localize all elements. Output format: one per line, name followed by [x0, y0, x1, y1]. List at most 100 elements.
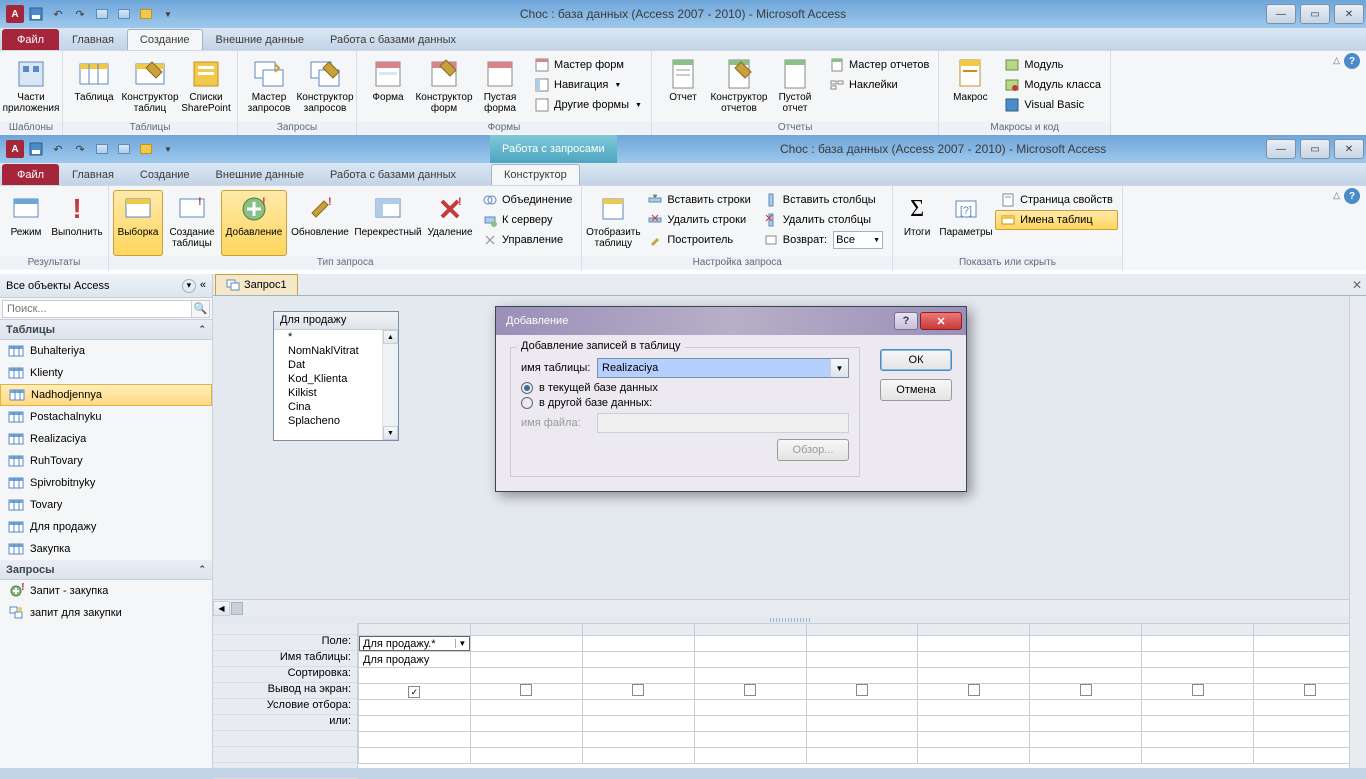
- delete-rows-button[interactable]: Удалить строки: [642, 210, 755, 230]
- scroll-left-icon[interactable]: ◀: [213, 601, 230, 616]
- tab-external[interactable]: Внешние данные: [203, 164, 317, 185]
- dialog-help-button[interactable]: ?: [894, 312, 918, 330]
- qat-dropdown-icon[interactable]: ▼: [158, 4, 178, 24]
- show-checkbox[interactable]: [744, 684, 756, 696]
- query-design-button[interactable]: Конструкторзапросов: [298, 55, 352, 121]
- show-checkbox[interactable]: [632, 684, 644, 696]
- passthrough-button[interactable]: К серверу: [477, 210, 577, 230]
- qat-redo-icon[interactable]: ↷: [70, 4, 90, 24]
- builder-button[interactable]: Построитель: [642, 230, 755, 250]
- nav-group-queries[interactable]: Запросы⌃: [0, 560, 212, 580]
- close-doc-icon[interactable]: ✕: [1352, 278, 1362, 292]
- qat-btn[interactable]: [114, 139, 134, 159]
- tab-file[interactable]: Файл: [2, 29, 59, 50]
- append-query-button[interactable]: !Добавление: [221, 190, 287, 256]
- nav-query-item[interactable]: запит для закупки: [0, 602, 212, 624]
- minimize-button[interactable]: —: [1266, 139, 1296, 159]
- scroll-down-icon[interactable]: ▼: [383, 426, 398, 440]
- table-button[interactable]: Таблица: [67, 55, 121, 121]
- make-table-button[interactable]: !Созданиетаблицы: [165, 190, 219, 256]
- sort-cell[interactable]: [359, 668, 471, 684]
- splitter[interactable]: [213, 616, 1366, 623]
- qat-btn[interactable]: [92, 4, 112, 24]
- table-cell[interactable]: Для продажу: [359, 652, 471, 668]
- tab-database[interactable]: Работа с базами данных: [317, 29, 469, 50]
- report-button[interactable]: Отчет: [656, 55, 710, 121]
- nav-table-item[interactable]: Tovary: [0, 494, 212, 516]
- run-button[interactable]: !Выполнить: [50, 190, 104, 256]
- qat-undo-icon[interactable]: ↶: [48, 139, 68, 159]
- nav-table-item[interactable]: Buhalteriya: [0, 340, 212, 362]
- macro-button[interactable]: Макрос: [943, 55, 997, 121]
- qat-dropdown-icon[interactable]: ▼: [158, 139, 178, 159]
- crosstab-query-button[interactable]: Перекрестный: [353, 190, 423, 256]
- close-button[interactable]: ✕: [1334, 139, 1364, 159]
- sharepoint-lists-button[interactable]: СпискиSharePoint: [179, 55, 233, 121]
- return-button[interactable]: Возврат:Все▼: [758, 230, 888, 250]
- nav-table-item[interactable]: RuhTovary: [0, 450, 212, 472]
- help-icon[interactable]: ?: [1344, 188, 1360, 204]
- blank-report-button[interactable]: Пустойотчет: [768, 55, 822, 121]
- property-sheet-button[interactable]: Страница свойств: [995, 190, 1118, 210]
- nav-table-item[interactable]: Закупка: [0, 538, 212, 560]
- form-design-button[interactable]: Конструкторформ: [417, 55, 471, 121]
- nav-filter-icon[interactable]: ▾: [182, 279, 196, 293]
- grid-cells[interactable]: Для продажу.*▼ Для продажу ✓: [358, 623, 1366, 768]
- field-item[interactable]: *: [274, 330, 398, 344]
- blank-form-button[interactable]: Пустаяформа: [473, 55, 527, 121]
- field-item[interactable]: Kod_Klienta: [274, 372, 398, 386]
- minimize-button[interactable]: —: [1266, 4, 1296, 24]
- qat-btn[interactable]: [114, 4, 134, 24]
- field-item[interactable]: Kilkist: [274, 386, 398, 400]
- tab-home[interactable]: Главная: [59, 164, 127, 185]
- qat-save-icon[interactable]: [26, 139, 46, 159]
- qat-btn[interactable]: [136, 139, 156, 159]
- help-icon[interactable]: ?: [1344, 53, 1360, 69]
- dialog-titlebar[interactable]: Добавление ?✕: [496, 307, 966, 335]
- field-list-scrollbar[interactable]: ▲▼: [382, 330, 398, 440]
- nav-table-item[interactable]: Для продажу: [0, 516, 212, 538]
- collapse-icon[interactable]: ⌃: [198, 324, 206, 335]
- radio-current-db[interactable]: в текущей базе данных: [521, 382, 849, 394]
- radio-icon[interactable]: [521, 382, 533, 394]
- totals-button[interactable]: ΣИтоги: [897, 190, 937, 256]
- show-checkbox[interactable]: [968, 684, 980, 696]
- other-forms-button[interactable]: Другие формы▼: [529, 95, 647, 115]
- field-item[interactable]: Splacheno: [274, 414, 398, 428]
- table-design-button[interactable]: Конструктортаблиц: [123, 55, 177, 121]
- union-button[interactable]: Объединение: [477, 190, 577, 210]
- field-item[interactable]: Cina: [274, 400, 398, 414]
- qat-btn[interactable]: [136, 4, 156, 24]
- report-wizard-button[interactable]: Мастер отчетов: [824, 55, 934, 75]
- field-item[interactable]: NomNaklVitrat: [274, 344, 398, 358]
- query-wizard-button[interactable]: Мастерзапросов: [242, 55, 296, 121]
- nav-query-item[interactable]: !Запит - закупка: [0, 580, 212, 602]
- qat-btn[interactable]: [92, 139, 112, 159]
- tab-external[interactable]: Внешние данные: [203, 29, 317, 50]
- nav-group-tables[interactable]: Таблицы⌃: [0, 320, 212, 340]
- show-checkbox[interactable]: [856, 684, 868, 696]
- cancel-button[interactable]: Отмена: [880, 379, 952, 401]
- dialog-close-button[interactable]: ✕: [920, 312, 962, 330]
- app-parts-button[interactable]: Частиприложения: [4, 55, 58, 121]
- show-checkbox[interactable]: [1080, 684, 1092, 696]
- insert-rows-button[interactable]: Вставить строки: [642, 190, 755, 210]
- search-input[interactable]: [2, 300, 192, 318]
- tab-database[interactable]: Работа с базами данных: [317, 164, 469, 185]
- close-button[interactable]: ✕: [1334, 4, 1364, 24]
- collapse-icon[interactable]: ⌃: [198, 564, 206, 575]
- form-wizard-button[interactable]: Мастер форм: [529, 55, 647, 75]
- maximize-button[interactable]: ▭: [1300, 4, 1330, 24]
- nav-table-item[interactable]: Realizaciya: [0, 428, 212, 450]
- field-list[interactable]: Для продажу *NomNaklVitratDatKod_Klienta…: [273, 311, 399, 441]
- hscroll-top[interactable]: ◀▶: [213, 599, 1366, 616]
- select-query-button[interactable]: Выборка: [113, 190, 163, 256]
- minimize-ribbon-icon[interactable]: △: [1333, 55, 1340, 66]
- table-name-combo[interactable]: ▼: [597, 358, 849, 378]
- radio-icon[interactable]: [521, 397, 533, 409]
- field-cell[interactable]: Для продажу.*▼: [359, 636, 470, 651]
- show-checkbox[interactable]: [1304, 684, 1316, 696]
- field-item[interactable]: Dat: [274, 358, 398, 372]
- ok-button[interactable]: ОК: [880, 349, 952, 371]
- search-icon[interactable]: 🔍: [192, 300, 210, 318]
